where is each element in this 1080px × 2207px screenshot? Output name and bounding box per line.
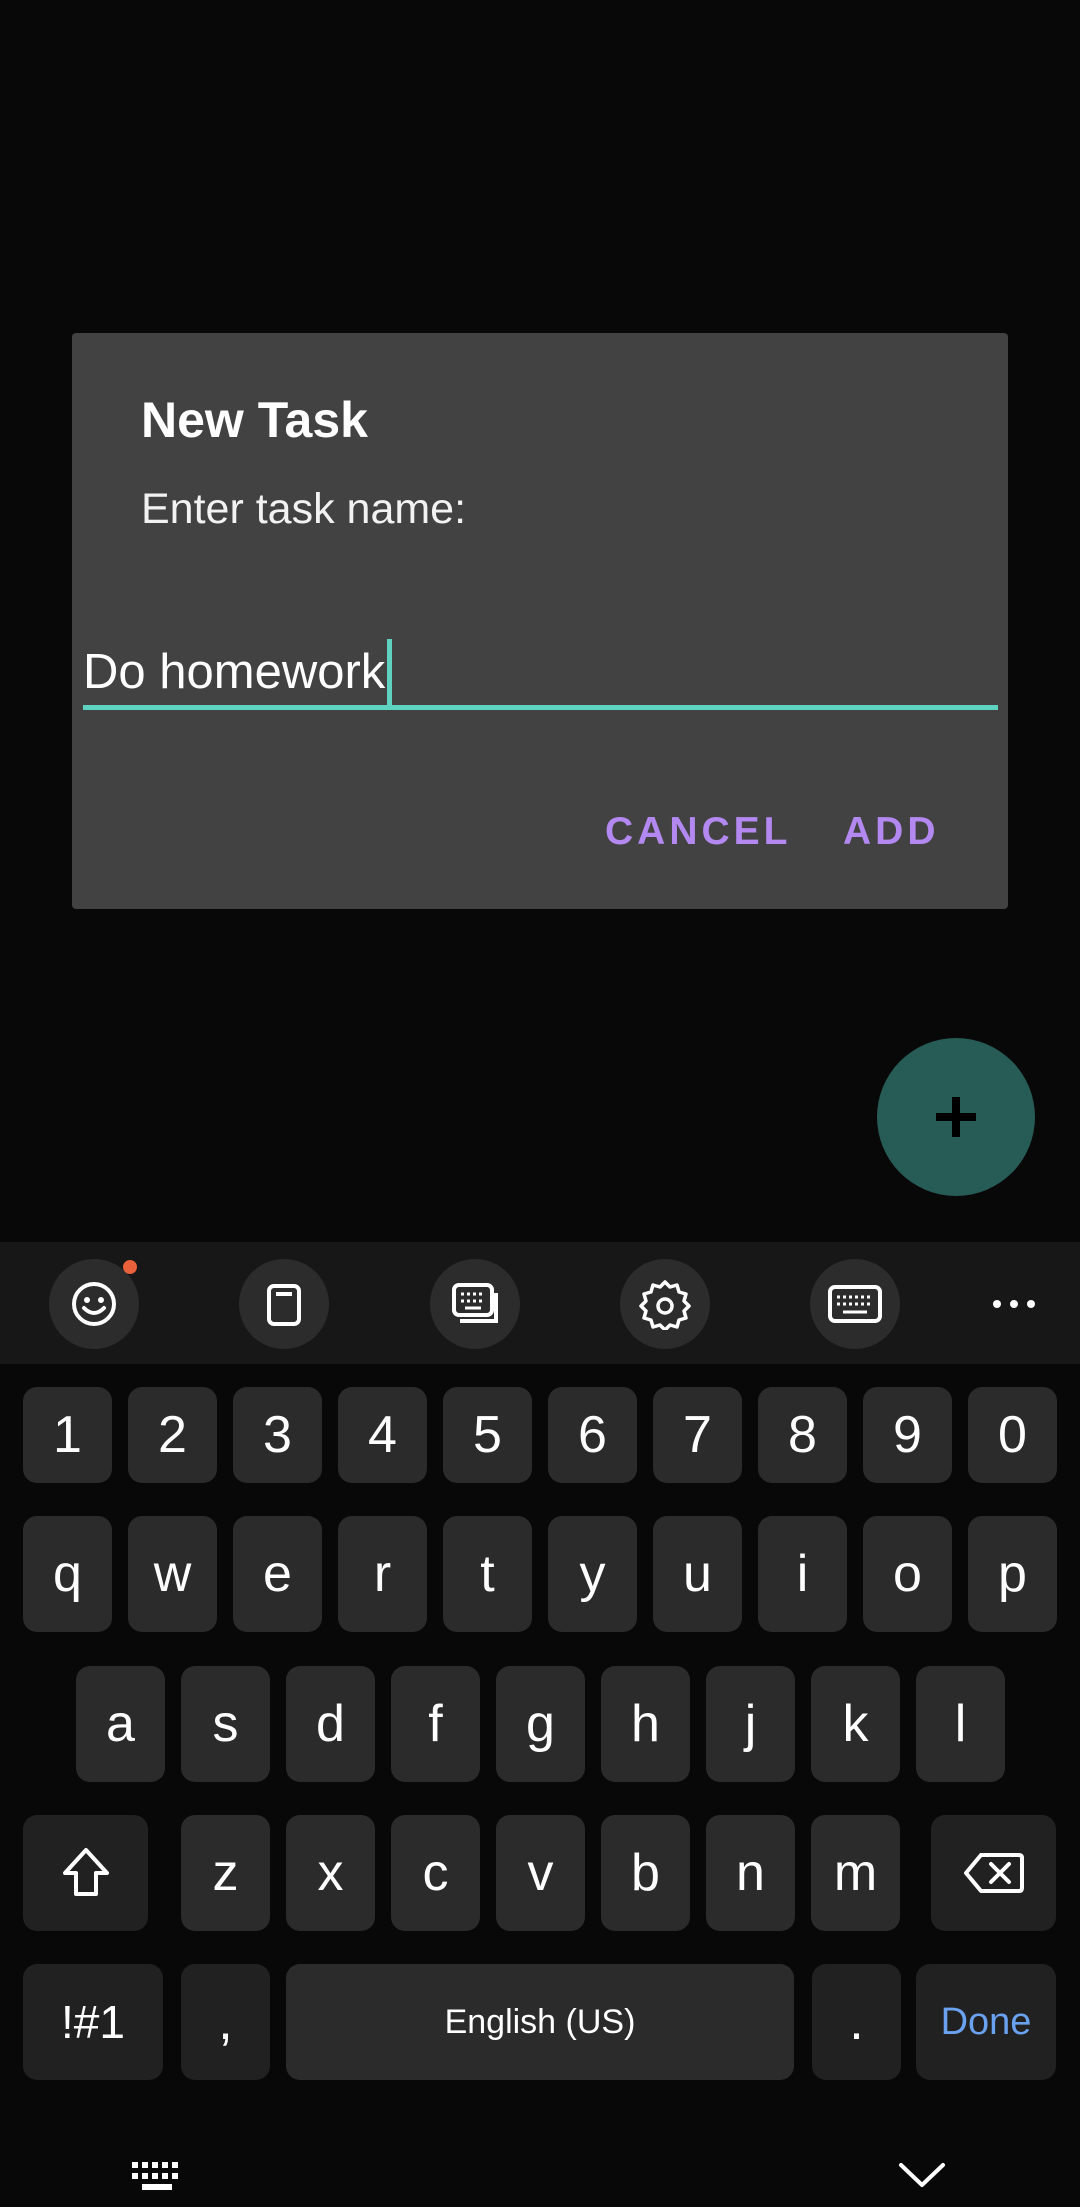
key-7[interactable]: 7 [653, 1387, 742, 1483]
key-g[interactable]: g [496, 1666, 585, 1782]
more-icon [993, 1300, 1035, 1308]
key-3[interactable]: 3 [233, 1387, 322, 1483]
emoji-icon [72, 1282, 116, 1326]
key-2[interactable]: 2 [128, 1387, 217, 1483]
comma-key[interactable]: , [181, 1964, 270, 2080]
key-v[interactable]: v [496, 1815, 585, 1931]
key-o[interactable]: o [863, 1516, 952, 1632]
symbols-key[interactable]: !#1 [23, 1964, 163, 2080]
clipboard-icon [267, 1284, 301, 1326]
period-key[interactable]: . [812, 1964, 901, 2080]
key-0[interactable]: 0 [968, 1387, 1057, 1483]
key-u[interactable]: u [653, 1516, 742, 1632]
key-8[interactable]: 8 [758, 1387, 847, 1483]
key-m[interactable]: m [811, 1815, 900, 1931]
key-b[interactable]: b [601, 1815, 690, 1931]
key-a[interactable]: a [76, 1666, 165, 1782]
settings-button[interactable] [620, 1259, 710, 1349]
gear-icon [639, 1280, 691, 1330]
keyboard-mode-icon [828, 1285, 882, 1323]
notification-dot [123, 1260, 137, 1274]
key-n[interactable]: n [706, 1815, 795, 1931]
task-name-input[interactable]: Do homework [83, 638, 998, 710]
key-p[interactable]: p [968, 1516, 1057, 1632]
key-s[interactable]: s [181, 1666, 270, 1782]
key-5[interactable]: 5 [443, 1387, 532, 1483]
key-d[interactable]: d [286, 1666, 375, 1782]
cancel-button[interactable]: CANCEL [605, 810, 792, 854]
more-options-button[interactable] [969, 1259, 1059, 1349]
key-z[interactable]: z [181, 1815, 270, 1931]
task-name-value: Do homework [83, 644, 386, 699]
backspace-icon [963, 1853, 1024, 1893]
key-e[interactable]: e [233, 1516, 322, 1632]
key-4[interactable]: 4 [338, 1387, 427, 1483]
done-key[interactable]: Done [916, 1964, 1056, 2080]
text-cursor [387, 638, 393, 705]
key-1[interactable]: 1 [23, 1387, 112, 1483]
backspace-key[interactable] [931, 1815, 1056, 1931]
dialog-message: Enter task name: [141, 485, 467, 533]
key-q[interactable]: q [23, 1516, 112, 1632]
key-y[interactable]: y [548, 1516, 637, 1632]
key-9[interactable]: 9 [863, 1387, 952, 1483]
key-c[interactable]: c [391, 1815, 480, 1931]
shift-icon [62, 1848, 109, 1896]
key-t[interactable]: t [443, 1516, 532, 1632]
add-button[interactable]: ADD [843, 810, 940, 854]
key-l[interactable]: l [916, 1666, 1005, 1782]
keyboard-switch-icon[interactable] [130, 2160, 186, 2194]
plus-icon [936, 1097, 976, 1137]
key-x[interactable]: x [286, 1815, 375, 1931]
clipboard-button[interactable] [239, 1259, 329, 1349]
keyboard-mode-button[interactable] [810, 1259, 900, 1349]
add-task-fab[interactable] [877, 1038, 1035, 1196]
key-f[interactable]: f [391, 1666, 480, 1782]
space-key[interactable]: English (US) [286, 1964, 794, 2080]
keyboard [0, 1364, 1080, 2207]
keyboard-settings-button[interactable] [430, 1259, 520, 1349]
keyboard-settings-icon [452, 1283, 498, 1323]
key-r[interactable]: r [338, 1516, 427, 1632]
key-h[interactable]: h [601, 1666, 690, 1782]
new-task-dialog: New Task Enter task name: Do homework CA… [72, 333, 1008, 909]
shift-key[interactable] [23, 1815, 148, 1931]
dialog-title: New Task [141, 392, 368, 448]
key-w[interactable]: w [128, 1516, 217, 1632]
key-j[interactable]: j [706, 1666, 795, 1782]
hide-keyboard-icon[interactable] [897, 2160, 947, 2190]
key-k[interactable]: k [811, 1666, 900, 1782]
keyboard-toolbar [0, 1242, 1080, 1364]
key-6[interactable]: 6 [548, 1387, 637, 1483]
key-i[interactable]: i [758, 1516, 847, 1632]
